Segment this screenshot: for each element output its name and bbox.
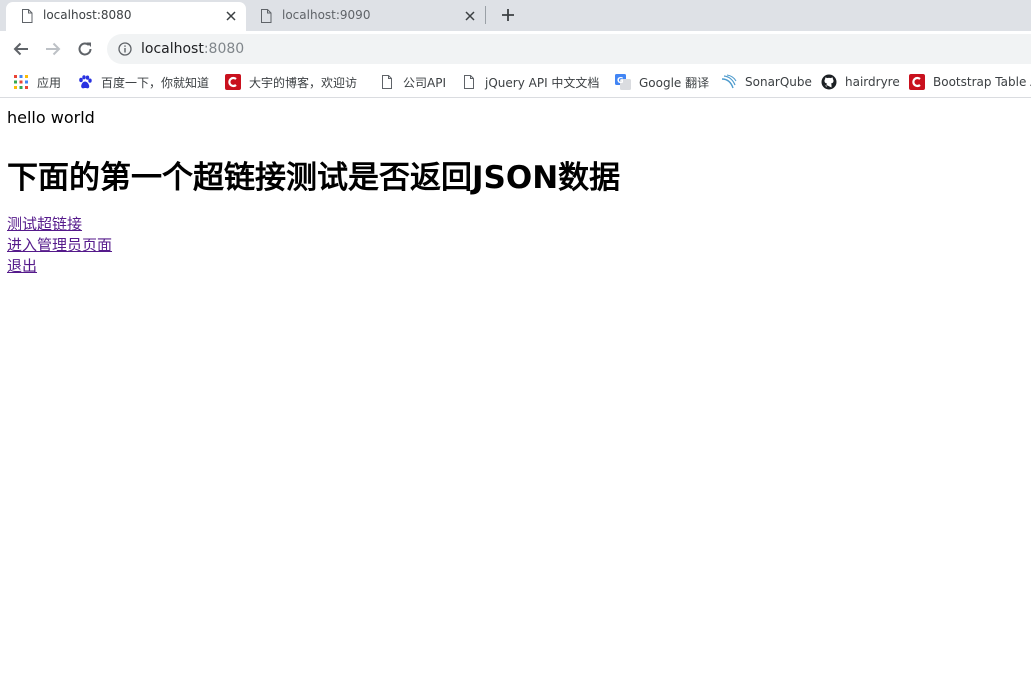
bookmark-bootstrap-table[interactable]: Bootstrap Table AP xyxy=(909,73,1031,91)
close-icon[interactable] xyxy=(224,9,238,23)
bookmark-baidu[interactable]: 百度一下，你就知道 xyxy=(77,73,209,91)
new-tab-plus-icon[interactable] xyxy=(499,6,517,24)
url-text: localhost:8080 xyxy=(141,41,244,57)
url-port: :8080 xyxy=(203,41,245,57)
page-icon xyxy=(382,75,392,89)
bookmark-label: 应用 xyxy=(37,75,62,90)
bookmark-label: hairdryre xyxy=(845,75,900,89)
page-heading: 下面的第一个超链接测试是否返回JSON数据 xyxy=(7,160,621,196)
bookmark-label: 百度一下，你就知道 xyxy=(101,75,210,90)
bookmark-sonarqube[interactable]: SonarQube xyxy=(721,73,812,91)
sonarqube-icon xyxy=(721,74,737,89)
csdn-c-icon xyxy=(225,74,241,90)
close-icon[interactable] xyxy=(463,9,477,23)
page-icon xyxy=(22,9,33,23)
bookmark-company-api[interactable]: 公司API xyxy=(379,73,446,91)
tab-separator xyxy=(485,6,486,24)
hello-text: hello world xyxy=(7,108,95,127)
bookmark-hairdryre[interactable]: hairdryre xyxy=(821,73,900,91)
address-bar[interactable]: localhost:8080 xyxy=(107,34,1031,64)
info-icon[interactable] xyxy=(118,42,132,56)
bookmark-apps[interactable]: 应用 xyxy=(13,73,61,91)
svg-text:G: G xyxy=(617,76,624,85)
google-translate-icon: G xyxy=(615,74,631,90)
baidu-paw-icon xyxy=(79,75,92,89)
bookmark-label: 公司API xyxy=(403,75,446,90)
back-arrow-icon[interactable] xyxy=(11,39,31,59)
bookmark-label: Google 翻译 xyxy=(639,75,710,90)
tab-strip: localhost:8080 localhost:9090 xyxy=(0,0,1031,31)
tab-localhost-9090[interactable]: localhost:9090 xyxy=(250,2,480,31)
admin-page-link[interactable]: 进入管理员页面 xyxy=(7,234,112,255)
tab-title: localhost:9090 xyxy=(282,8,371,22)
bookmark-google-translate[interactable]: G Google 翻译 xyxy=(615,73,709,91)
page-icon xyxy=(464,75,474,89)
bookmark-label: SonarQube xyxy=(745,75,812,89)
bookmark-label: 大宇的博客，欢迎访 xyxy=(249,75,358,90)
tab-title: localhost:8080 xyxy=(43,8,132,22)
test-hyperlink[interactable]: 测试超链接 xyxy=(7,213,82,234)
page-content: hello world 下面的第一个超链接测试是否返回JSON数据 测试超链接 … xyxy=(0,99,1031,678)
bookmark-csdn-blog[interactable]: 大宇的博客，欢迎访 xyxy=(225,73,357,91)
github-icon xyxy=(821,74,837,90)
tab-localhost-8080[interactable]: localhost:8080 xyxy=(6,2,246,31)
bookmark-jquery-api[interactable]: jQuery API 中文文档 xyxy=(461,73,599,91)
bookmarks-bar: 应用 百度一下，你就知道 大宇的博客，欢迎访 公司API jQuery API … xyxy=(0,67,1031,98)
logout-link[interactable]: 退出 xyxy=(7,255,37,276)
apps-grid-icon xyxy=(14,75,28,89)
url-host: localhost xyxy=(141,41,204,57)
bookmark-label: jQuery API 中文文档 xyxy=(485,75,600,90)
reload-icon[interactable] xyxy=(75,39,95,59)
csdn-c-icon xyxy=(909,74,925,90)
page-icon xyxy=(261,9,272,23)
browser-toolbar: localhost:8080 xyxy=(0,31,1031,67)
bookmark-label: Bootstrap Table AP xyxy=(933,75,1031,89)
forward-arrow-icon[interactable] xyxy=(43,39,63,59)
